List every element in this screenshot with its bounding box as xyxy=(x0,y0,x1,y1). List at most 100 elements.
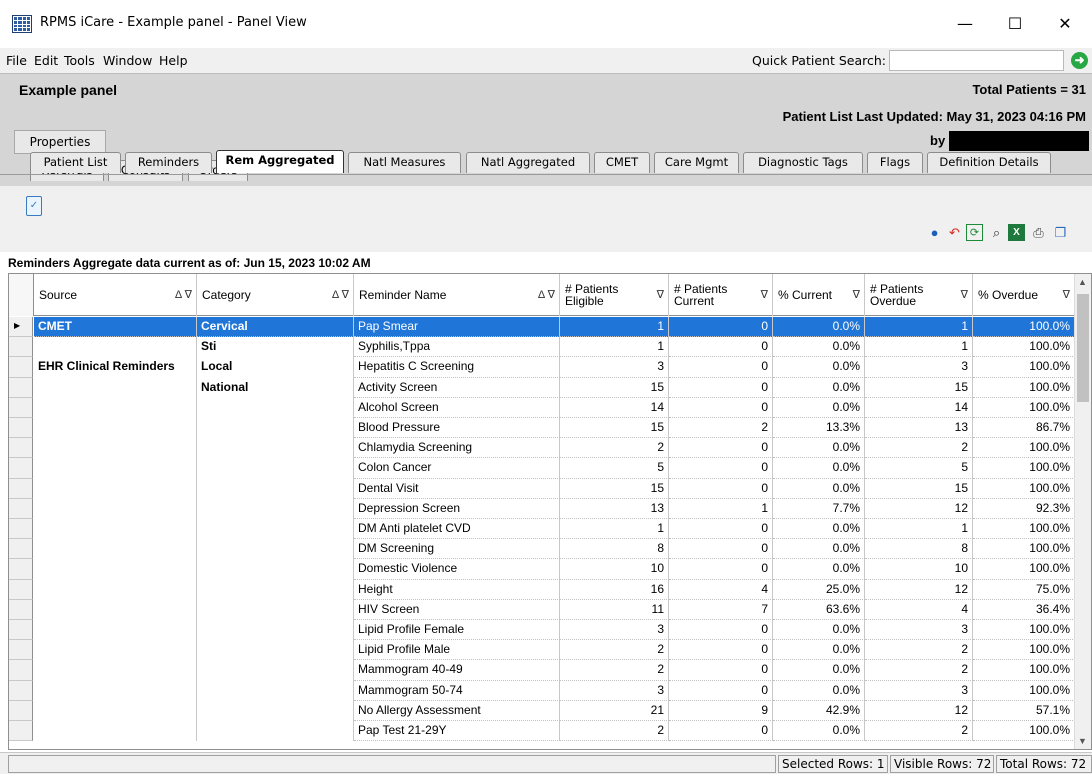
tab-natl-measures[interactable]: Natl Measures xyxy=(348,152,461,173)
cell-category[interactable]: Sti xyxy=(197,337,354,358)
cell-current[interactable]: 0 xyxy=(669,458,773,479)
cell-reminder-name[interactable]: Pap Test 21-29Y xyxy=(354,721,560,742)
cell-pct-current[interactable]: 0.0% xyxy=(773,559,865,580)
cell-eligible[interactable]: 2 xyxy=(560,721,669,742)
maximize-button[interactable]: ☐ xyxy=(992,8,1038,40)
tab-reminders[interactable]: Reminders xyxy=(125,152,212,173)
cell-source[interactable] xyxy=(34,620,197,641)
cell-pct-current[interactable]: 13.3% xyxy=(773,418,865,439)
cell-reminder-name[interactable]: Pap Smear xyxy=(354,317,560,338)
cell-pct-overdue[interactable]: 100.0% xyxy=(973,519,1075,540)
cell-category[interactable] xyxy=(197,478,354,499)
cell-reminder-name[interactable]: Lipid Profile Female xyxy=(354,620,560,641)
cell-source[interactable] xyxy=(34,559,197,580)
cell-current[interactable]: 4 xyxy=(669,579,773,600)
row-selector[interactable] xyxy=(9,498,33,519)
cell-source[interactable] xyxy=(34,680,197,701)
cell-eligible[interactable]: 15 xyxy=(560,418,669,439)
cell-source[interactable]: EHR Clinical Reminders xyxy=(34,357,197,378)
sort-filter-icon[interactable]: Δ ∇ xyxy=(538,288,555,301)
filter-icon[interactable]: ∇ xyxy=(1063,288,1070,301)
cell-current[interactable]: 0 xyxy=(669,680,773,701)
cell-current[interactable]: 1 xyxy=(669,498,773,519)
col-eligible[interactable]: # Patients Eligible ∇ xyxy=(560,274,669,316)
cell-pct-overdue[interactable]: 92.3% xyxy=(973,498,1075,519)
cell-overdue[interactable]: 12 xyxy=(865,700,973,721)
row-selector[interactable] xyxy=(9,337,33,358)
menu-edit[interactable]: Edit xyxy=(34,53,58,68)
cell-pct-overdue[interactable]: 100.0% xyxy=(973,438,1075,459)
cell-reminder-name[interactable]: Colon Cancer xyxy=(354,458,560,479)
cell-category[interactable] xyxy=(197,640,354,661)
cell-source[interactable] xyxy=(34,599,197,620)
cell-current[interactable]: 0 xyxy=(669,620,773,641)
cell-overdue[interactable]: 12 xyxy=(865,498,973,519)
col-current[interactable]: # Patients Current ∇ xyxy=(669,274,773,316)
excel-icon[interactable]: X xyxy=(1008,224,1025,241)
cell-category[interactable] xyxy=(197,539,354,560)
scroll-thumb[interactable] xyxy=(1077,294,1089,402)
tab-care-mgmt[interactable]: Care Mgmt xyxy=(654,152,739,173)
col-overdue[interactable]: # Patients Overdue ∇ xyxy=(865,274,973,316)
filter-icon[interactable]: ∇ xyxy=(657,288,664,301)
cell-eligible[interactable]: 13 xyxy=(560,498,669,519)
cell-pct-current[interactable]: 63.6% xyxy=(773,599,865,620)
cell-pct-current[interactable]: 0.0% xyxy=(773,620,865,641)
cell-source[interactable]: CMET xyxy=(34,317,197,338)
cell-source[interactable] xyxy=(34,478,197,499)
cell-reminder-name[interactable]: Lipid Profile Male xyxy=(354,640,560,661)
cell-eligible[interactable]: 21 xyxy=(560,700,669,721)
cell-source[interactable] xyxy=(34,397,197,418)
cell-pct-overdue[interactable]: 100.0% xyxy=(973,357,1075,378)
cell-overdue[interactable]: 2 xyxy=(865,640,973,661)
cell-eligible[interactable]: 14 xyxy=(560,397,669,418)
cell-source[interactable] xyxy=(34,579,197,600)
cell-pct-current[interactable]: 7.7% xyxy=(773,498,865,519)
cell-reminder-name[interactable]: No Allergy Assessment xyxy=(354,700,560,721)
cell-category[interactable] xyxy=(197,519,354,540)
menu-help[interactable]: Help xyxy=(159,53,188,68)
row-selector[interactable] xyxy=(9,519,33,540)
cell-reminder-name[interactable]: Alcohol Screen xyxy=(354,397,560,418)
cell-category[interactable] xyxy=(197,559,354,580)
cell-overdue[interactable]: 10 xyxy=(865,559,973,580)
cell-reminder-name[interactable]: Dental Visit xyxy=(354,478,560,499)
row-selector[interactable] xyxy=(9,418,33,439)
cell-pct-overdue[interactable]: 57.1% xyxy=(973,700,1075,721)
cell-pct-overdue[interactable]: 100.0% xyxy=(973,478,1075,499)
sort-filter-icon[interactable]: Δ ∇ xyxy=(332,288,349,301)
cell-reminder-name[interactable]: Blood Pressure xyxy=(354,418,560,439)
cell-pct-current[interactable]: 0.0% xyxy=(773,539,865,560)
cell-pct-overdue[interactable]: 100.0% xyxy=(973,317,1075,338)
menu-file[interactable]: File xyxy=(6,53,27,68)
cell-source[interactable] xyxy=(34,337,197,358)
cell-current[interactable]: 0 xyxy=(669,337,773,358)
cell-category[interactable]: Cervical xyxy=(197,317,354,338)
cell-overdue[interactable]: 2 xyxy=(865,721,973,742)
cell-reminder-name[interactable]: Chlamydia Screening xyxy=(354,438,560,459)
col-reminder-name[interactable]: Reminder Name Δ ∇ xyxy=(354,274,560,316)
cell-source[interactable] xyxy=(34,700,197,721)
cell-overdue[interactable]: 15 xyxy=(865,377,973,398)
cell-category[interactable] xyxy=(197,418,354,439)
cell-reminder-name[interactable]: HIV Screen xyxy=(354,599,560,620)
cell-eligible[interactable]: 2 xyxy=(560,640,669,661)
go-arrow-icon[interactable]: ➜ xyxy=(1071,52,1088,69)
cell-current[interactable]: 0 xyxy=(669,397,773,418)
tab-diagnostic-tags[interactable]: Diagnostic Tags xyxy=(743,152,863,173)
cell-category[interactable] xyxy=(197,438,354,459)
cell-reminder-name[interactable]: Depression Screen xyxy=(354,498,560,519)
cell-current[interactable]: 0 xyxy=(669,660,773,681)
cell-pct-overdue[interactable]: 100.0% xyxy=(973,721,1075,742)
cell-pct-current[interactable]: 0.0% xyxy=(773,377,865,398)
cell-current[interactable]: 0 xyxy=(669,478,773,499)
cell-pct-current[interactable]: 0.0% xyxy=(773,397,865,418)
cell-pct-current[interactable]: 0.0% xyxy=(773,458,865,479)
cell-source[interactable] xyxy=(34,498,197,519)
cell-category[interactable] xyxy=(197,579,354,600)
cell-pct-current[interactable]: 0.0% xyxy=(773,438,865,459)
cell-category[interactable] xyxy=(197,660,354,681)
cell-current[interactable]: 7 xyxy=(669,599,773,620)
col-source[interactable]: Source Δ ∇ xyxy=(34,274,197,316)
cell-pct-overdue[interactable]: 100.0% xyxy=(973,680,1075,701)
